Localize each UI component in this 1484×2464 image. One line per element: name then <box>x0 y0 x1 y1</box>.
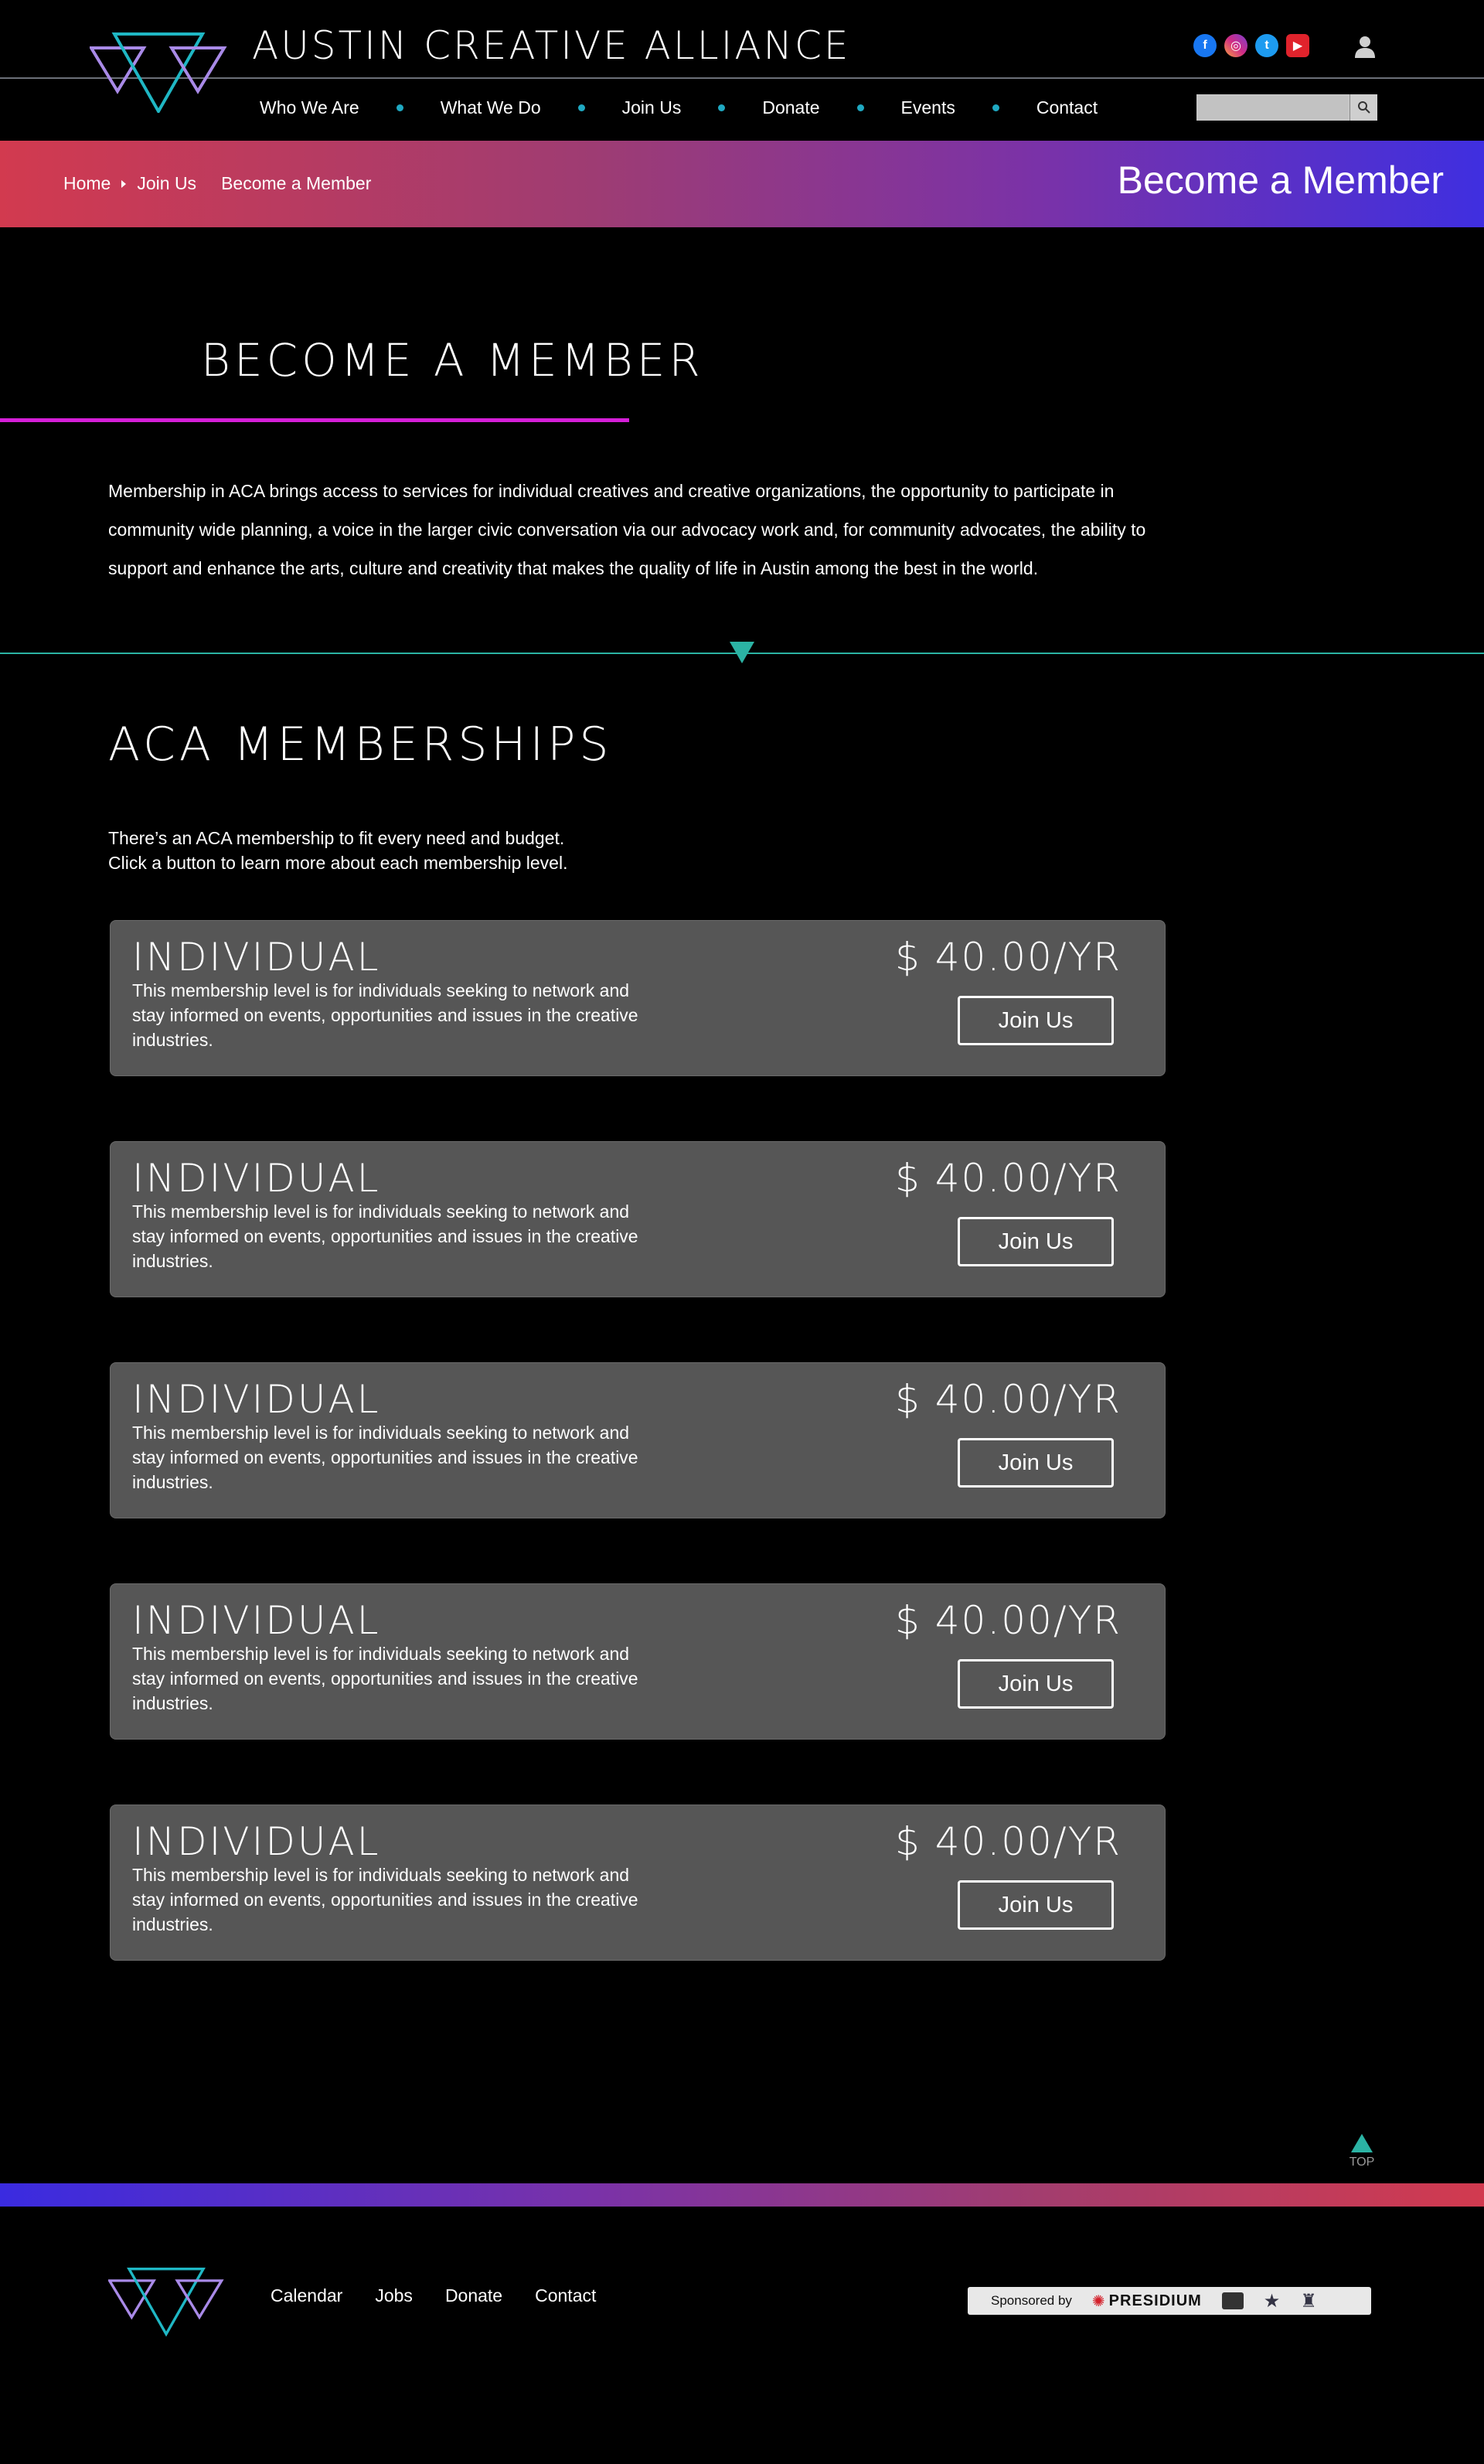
intro-paragraph: Membership in ACA brings access to servi… <box>108 481 1146 578</box>
presidium-name: PRESIDIUM <box>1108 2292 1202 2309</box>
nav-separator-dot <box>992 104 999 111</box>
nav-contact[interactable]: Contact <box>1036 97 1098 118</box>
nav-separator-dot <box>396 104 403 111</box>
twitter-icon[interactable]: t <box>1255 34 1278 57</box>
banner-title: Become a Member <box>1117 158 1444 202</box>
membership-price: $ 40.00/YR <box>895 1156 1122 1201</box>
search-icon <box>1357 101 1370 114</box>
breadcrumb-arrow-icon <box>121 179 127 188</box>
user-account-icon[interactable] <box>1353 34 1377 59</box>
presidium-logo[interactable]: ✺ PRESIDIUM <box>1092 2292 1202 2311</box>
breadcrumb-home[interactable]: Home <box>63 173 111 194</box>
memberships-heading: ACA MEMBERSHIPS <box>108 717 613 772</box>
membership-level: INDIVIDUAL <box>132 1156 381 1201</box>
membership-description: This membership level is for individuals… <box>132 1423 638 1492</box>
footer-link-jobs[interactable]: Jobs <box>375 2285 413 2306</box>
search-button[interactable] <box>1350 94 1377 121</box>
membership-level: INDIVIDUAL <box>132 1598 381 1643</box>
footer-gradient-bar <box>0 2183 1484 2207</box>
join-us-button[interactable]: Join Us <box>958 1217 1114 1266</box>
membership-level: INDIVIDUAL <box>132 1377 381 1422</box>
nav-what-we-do[interactable]: What We Do <box>441 97 541 118</box>
memberships-subtext-line: Click a button to learn more about each … <box>108 853 568 873</box>
membership-card: INDIVIDUAL This membership level is for … <box>110 1362 1166 1518</box>
page-banner: Home Join Us Become a Member Become a Me… <box>0 141 1484 227</box>
site-header: AUSTIN CREATIVE ALLIANCE f ◎ t ▶ Who We … <box>0 0 1484 141</box>
membership-price: $ 40.00/YR <box>895 935 1122 980</box>
youtube-icon[interactable]: ▶ <box>1286 34 1309 57</box>
memberships-subtext: There’s an ACA membership to fit every n… <box>108 826 567 875</box>
breadcrumb-join-us[interactable]: Join Us <box>137 173 196 194</box>
join-us-button[interactable]: Join Us <box>958 1438 1114 1488</box>
up-arrow-icon <box>1351 2134 1373 2152</box>
membership-card: INDIVIDUAL This membership level is for … <box>110 1141 1166 1297</box>
membership-description: This membership level is for individuals… <box>132 1865 638 1934</box>
membership-card: INDIVIDUAL This membership level is for … <box>110 1583 1166 1740</box>
membership-level: INDIVIDUAL <box>132 1819 381 1864</box>
nav-join-us[interactable]: Join Us <box>622 97 682 118</box>
social-links: f ◎ t ▶ <box>1193 34 1309 57</box>
membership-level: INDIVIDUAL <box>132 935 381 980</box>
nav-separator-dot <box>718 104 726 111</box>
nav-separator-dot <box>577 104 585 111</box>
membership-card: INDIVIDUAL This membership level is for … <box>110 920 1166 1076</box>
join-us-button[interactable]: Join Us <box>958 1659 1114 1709</box>
down-arrow-icon <box>730 642 754 663</box>
page-title: BECOME A MEMBER <box>201 334 704 387</box>
membership-description: This membership level is for individuals… <box>132 1201 638 1271</box>
instagram-icon[interactable]: ◎ <box>1224 34 1247 57</box>
nav-separator-dot <box>856 104 864 111</box>
site-title[interactable]: AUSTIN CREATIVE ALLIANCE <box>252 23 850 68</box>
nav-who-we-are[interactable]: Who We Are <box>260 97 359 118</box>
back-to-top-button[interactable]: TOP <box>1348 2134 1376 2169</box>
sponsor-badge-icon[interactable]: ♜ <box>1300 2290 1317 2312</box>
nav-donate[interactable]: Donate <box>762 97 819 118</box>
membership-card: INDIVIDUAL This membership level is for … <box>110 1805 1166 1961</box>
membership-price: $ 40.00/YR <box>895 1598 1122 1643</box>
memberships-subtext-line: There’s an ACA membership to fit every n… <box>108 828 565 848</box>
footer-link-contact[interactable]: Contact <box>535 2285 596 2306</box>
membership-description: This membership level is for individuals… <box>132 1644 638 1713</box>
search-box <box>1196 94 1377 121</box>
nav-events[interactable]: Events <box>901 97 955 118</box>
join-us-button[interactable]: Join Us <box>958 996 1114 1045</box>
breadcrumb: Home Join Us Become a Member <box>63 173 371 194</box>
star-sponsor-icon[interactable]: ★ <box>1264 2290 1281 2312</box>
membership-price: $ 40.00/YR <box>895 1377 1122 1422</box>
aca-logo[interactable] <box>90 31 227 113</box>
sponsor-logo-icon[interactable] <box>1221 2292 1244 2309</box>
membership-description: This membership level is for individuals… <box>132 980 638 1050</box>
membership-price: $ 40.00/YR <box>895 1819 1122 1864</box>
footer-aca-logo[interactable] <box>108 2264 224 2338</box>
back-to-top-label: TOP <box>1349 2156 1375 2169</box>
sponsored-by-label: Sponsored by <box>991 2293 1072 2308</box>
facebook-icon[interactable]: f <box>1193 34 1217 57</box>
breadcrumb-current: Become a Member <box>221 173 372 193</box>
title-underline <box>0 418 629 422</box>
sponsor-strip: Sponsored by ✺ PRESIDIUM ★ ♜ <box>968 2287 1371 2315</box>
footer-link-donate[interactable]: Donate <box>445 2285 502 2306</box>
search-input[interactable] <box>1196 94 1350 121</box>
footer-nav: Calendar Jobs Donate Contact <box>271 2285 596 2306</box>
footer-link-calendar[interactable]: Calendar <box>271 2285 342 2306</box>
main-nav: Who We Are What We Do Join Us Donate Eve… <box>260 97 1098 118</box>
join-us-button[interactable]: Join Us <box>958 1880 1114 1930</box>
presidium-mark-icon: ✺ <box>1091 2292 1106 2310</box>
